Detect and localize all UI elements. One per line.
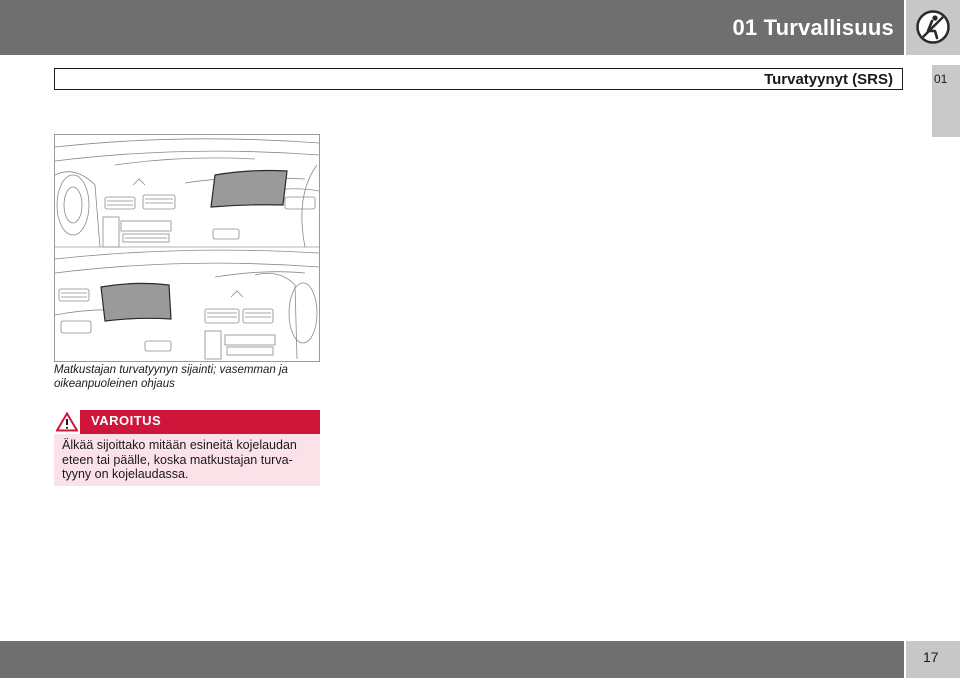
section-header: Turvatyynyt (SRS) <box>54 68 903 90</box>
warning-text-line: Älkää sijoittako mitään esineitä kojelau… <box>62 438 297 452</box>
page-number-box: 17 <box>906 641 960 678</box>
warning-text-line: tyyny on kojelaudassa. <box>62 467 189 481</box>
warning-header: VAROITUS <box>54 410 320 434</box>
caption-line: Matkustajan turvatyynyn sijainti; vasemm… <box>54 364 288 376</box>
warning-label: VAROITUS <box>91 413 162 428</box>
page-number: 17 <box>923 649 939 665</box>
no-child-seat-icon <box>916 10 950 44</box>
dashboard-illustration <box>54 134 320 362</box>
side-tab-label: 01 <box>934 72 948 86</box>
section-title: Turvatyynyt (SRS) <box>764 71 893 88</box>
chapter-side-tab[interactable]: 01 <box>932 65 960 137</box>
chapter-header-bar: 01 Turvallisuus <box>0 0 904 55</box>
warning-icon-box <box>54 410 80 434</box>
chapter-title: 01 Turvallisuus <box>732 15 894 40</box>
footer-bar <box>0 641 904 678</box>
figure-caption: Matkustajan turvatyynyn sijainti; vasemm… <box>54 363 320 391</box>
caption-line: oikeanpuoleinen ohjaus <box>54 378 175 390</box>
warning-triangle-icon <box>56 412 78 432</box>
warning-text-line: eteen tai päälle, koska matkustajan turv… <box>62 452 293 467</box>
chapter-icon-box <box>906 0 960 55</box>
warning-body: Älkää sijoittako mitään esineitä kojelau… <box>54 434 320 486</box>
